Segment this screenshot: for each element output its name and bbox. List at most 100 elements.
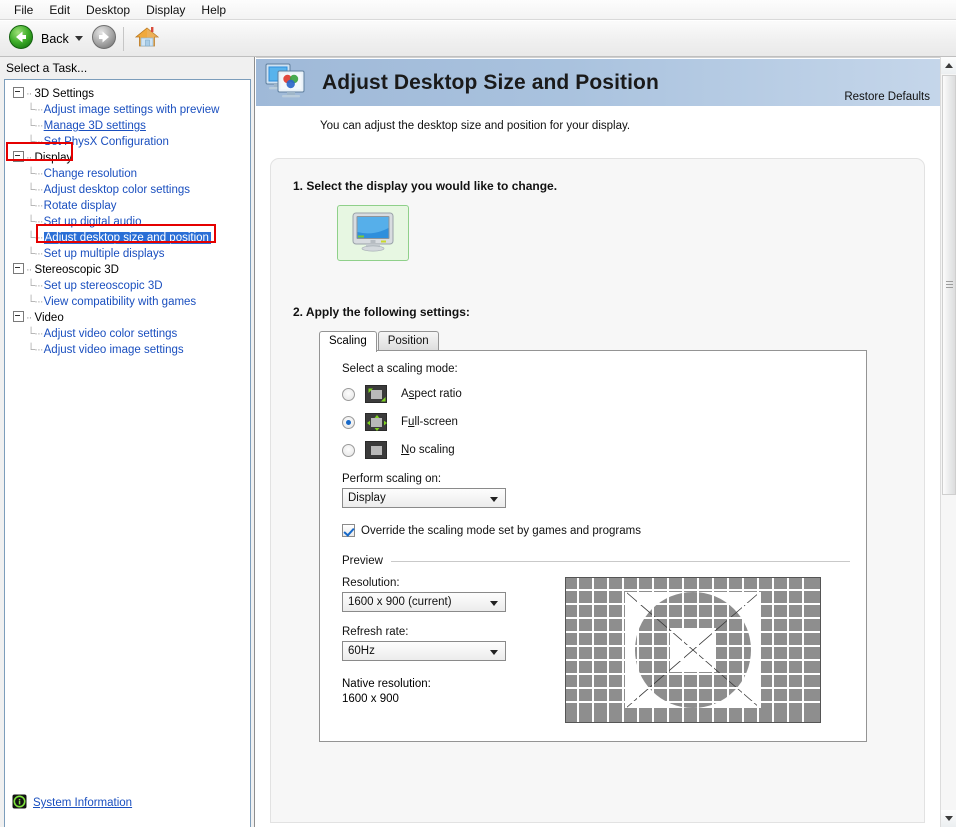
scroll-up-icon — [945, 63, 953, 68]
sidebar-item-rotate-display[interactable]: └···Rotate display — [5, 198, 250, 214]
back-label: Back — [41, 31, 69, 46]
tree-connector: └··· — [27, 184, 44, 196]
select-a-task-label: Select a Task... — [6, 61, 88, 75]
tree-connector: └··· — [27, 280, 44, 292]
perform-scaling-on-label: Perform scaling on: — [342, 473, 442, 485]
sidebar-item-set-physx-configuration[interactable]: └···Set PhysX Configuration — [5, 134, 250, 150]
back-arrow-icon — [8, 24, 34, 53]
sidebar-item-label[interactable]: Manage 3D settings — [44, 120, 146, 132]
sidebar-item-label[interactable]: Set up digital audio — [44, 216, 142, 228]
override-scaling-checkbox[interactable] — [342, 524, 355, 537]
sidebar-item-label[interactable]: Rotate display — [44, 200, 117, 212]
sidebar-item-set-up-digital-audio[interactable]: └···Set up digital audio — [5, 214, 250, 230]
page-title: Adjust Desktop Size and Position — [322, 70, 659, 94]
content-scrollbar[interactable] — [940, 57, 956, 827]
monitor-thumbnail[interactable] — [337, 205, 409, 261]
step-1-label: 1. Select the display you would like to … — [293, 179, 558, 193]
tree-connector: └··· — [27, 248, 44, 260]
perform-scaling-on-select[interactable]: Display — [342, 488, 506, 508]
tree-connector: └··· — [27, 328, 44, 340]
page-intro-text: You can adjust the desktop size and posi… — [320, 120, 631, 132]
scaling-mode-no-scaling-label: No scaling — [401, 444, 455, 456]
scroll-down-button[interactable] — [941, 810, 956, 827]
refresh-rate-select[interactable]: 60Hz — [342, 641, 506, 661]
settings-tabs: Scaling Position Select a scaling mode: — [271, 331, 924, 742]
sidebar-item-set-up-multiple-displays[interactable]: └···Set up multiple displays — [5, 246, 250, 262]
tree-connector: └··· — [27, 104, 44, 116]
sidebar-item-manage-3d-settings[interactable]: └···Manage 3D settings — [5, 118, 250, 134]
home-button[interactable] — [134, 25, 160, 52]
task-tree[interactable]: ·· 3D Settings └···Adjust image settings … — [4, 79, 251, 827]
native-resolution-value: 1600 x 900 — [342, 693, 399, 705]
sidebar-item-label: 3D Settings — [31, 88, 94, 100]
menu-file[interactable]: File — [6, 1, 41, 19]
info-icon — [12, 794, 27, 812]
sidebar-item-adjust-video-image-settings[interactable]: └···Adjust video image settings — [5, 342, 250, 358]
sidebar-item-3d-settings[interactable]: ·· 3D Settings — [5, 86, 250, 102]
sidebar-item-label[interactable]: Adjust video color settings — [44, 328, 178, 340]
override-scaling-checkbox-row[interactable]: Override the scaling mode set by games a… — [342, 524, 866, 537]
display-selector[interactable] — [337, 205, 924, 261]
tree-connector: └··· — [27, 216, 44, 228]
resolution-select[interactable]: 1600 x 900 (current) — [342, 592, 506, 612]
sidebar-item-label: Stereoscopic 3D — [31, 264, 119, 276]
scaling-mode-aspect-ratio[interactable]: Aspect ratio — [342, 385, 866, 403]
sidebar-item-display[interactable]: ·· Display — [5, 150, 250, 166]
aspect-ratio-icon — [365, 385, 387, 403]
tab-scaling[interactable]: Scaling — [319, 331, 377, 352]
menu-edit[interactable]: Edit — [41, 1, 78, 19]
sidebar-item-label[interactable]: View compatibility with games — [44, 296, 197, 308]
sidebar-item-label[interactable]: Adjust video image settings — [44, 344, 184, 356]
sidebar-item-view-compatibility-with-games[interactable]: └···View compatibility with games — [5, 294, 250, 310]
sidebar-item-label[interactable]: Change resolution — [44, 168, 137, 180]
sidebar-item-set-up-stereoscopic-3d[interactable]: └···Set up stereoscopic 3D — [5, 278, 250, 294]
tree-collapse-icon[interactable] — [13, 87, 24, 99]
page-header: Adjust Desktop Size and Position Restore… — [256, 59, 940, 106]
radio-aspect-ratio[interactable] — [342, 387, 355, 401]
scaling-mode-full-screen[interactable]: Full-screen — [342, 413, 866, 431]
chevron-down-icon — [490, 497, 498, 502]
sidebar-item-adjust-desktop-size-and-position[interactable]: └··· Adjust desktop size and position — [5, 230, 250, 246]
sidebar-item-adjust-image-settings-with-preview[interactable]: └···Adjust image settings with preview — [5, 102, 250, 118]
sidebar-item-label[interactable]: Set PhysX Configuration — [44, 136, 169, 148]
chevron-down-icon — [490, 601, 498, 606]
system-information-link[interactable]: System Information — [4, 785, 251, 821]
preview-group-rule — [390, 560, 850, 562]
scroll-down-icon — [945, 816, 953, 821]
forward-button[interactable] — [91, 24, 117, 53]
scroll-thumb[interactable] — [942, 75, 956, 495]
sidebar-item-label[interactable]: Adjust desktop color settings — [44, 184, 190, 196]
scroll-up-button[interactable] — [941, 57, 956, 74]
tree-connector: └··· — [27, 296, 44, 308]
tab-position[interactable]: Position — [377, 331, 439, 351]
sidebar-item-stereoscopic-3d[interactable]: ·· Stereoscopic 3D — [5, 262, 250, 278]
radio-full-screen[interactable] — [342, 415, 355, 429]
menu-desktop[interactable]: Desktop — [78, 1, 138, 19]
tree-connector: └··· — [27, 120, 44, 132]
preview-group-header: Preview — [342, 555, 850, 567]
back-button[interactable]: Back — [8, 24, 75, 53]
tree-collapse-icon[interactable] — [13, 311, 24, 323]
sidebar-item-adjust-desktop-color-settings[interactable]: └···Adjust desktop color settings — [5, 182, 250, 198]
sidebar-item-video[interactable]: ·· Video — [5, 310, 250, 326]
perform-scaling-on-value: Display — [348, 492, 386, 504]
chevron-down-icon[interactable] — [74, 36, 83, 41]
menu-help[interactable]: Help — [193, 1, 234, 19]
full-screen-icon — [365, 413, 387, 431]
menu-display[interactable]: Display — [138, 1, 193, 19]
sidebar-item-label[interactable]: Set up multiple displays — [44, 248, 165, 260]
tree-collapse-icon[interactable] — [13, 263, 24, 275]
radio-no-scaling[interactable] — [342, 443, 355, 457]
scaling-mode-aspect-ratio-label: Aspect ratio — [401, 388, 462, 400]
sidebar-item-adjust-video-color-settings[interactable]: └···Adjust video color settings — [5, 326, 250, 342]
sidebar-item-label[interactable]: Set up stereoscopic 3D — [44, 280, 163, 292]
sidebar-item-change-resolution[interactable]: └···Change resolution — [5, 166, 250, 182]
restore-defaults-button[interactable]: Restore Defaults — [844, 91, 930, 103]
toolbar: Back — [0, 21, 956, 57]
tree-collapse-icon[interactable] — [13, 151, 24, 163]
scaling-mode-no-scaling[interactable]: No scaling — [342, 441, 866, 459]
sidebar-item-label[interactable]: Adjust image settings with preview — [44, 104, 220, 116]
sidebar-item-label[interactable]: Adjust desktop size and position — [43, 232, 211, 244]
scroll-thumb-grip-icon — [946, 281, 953, 290]
scaling-mode-label: Select a scaling mode: — [342, 363, 458, 375]
